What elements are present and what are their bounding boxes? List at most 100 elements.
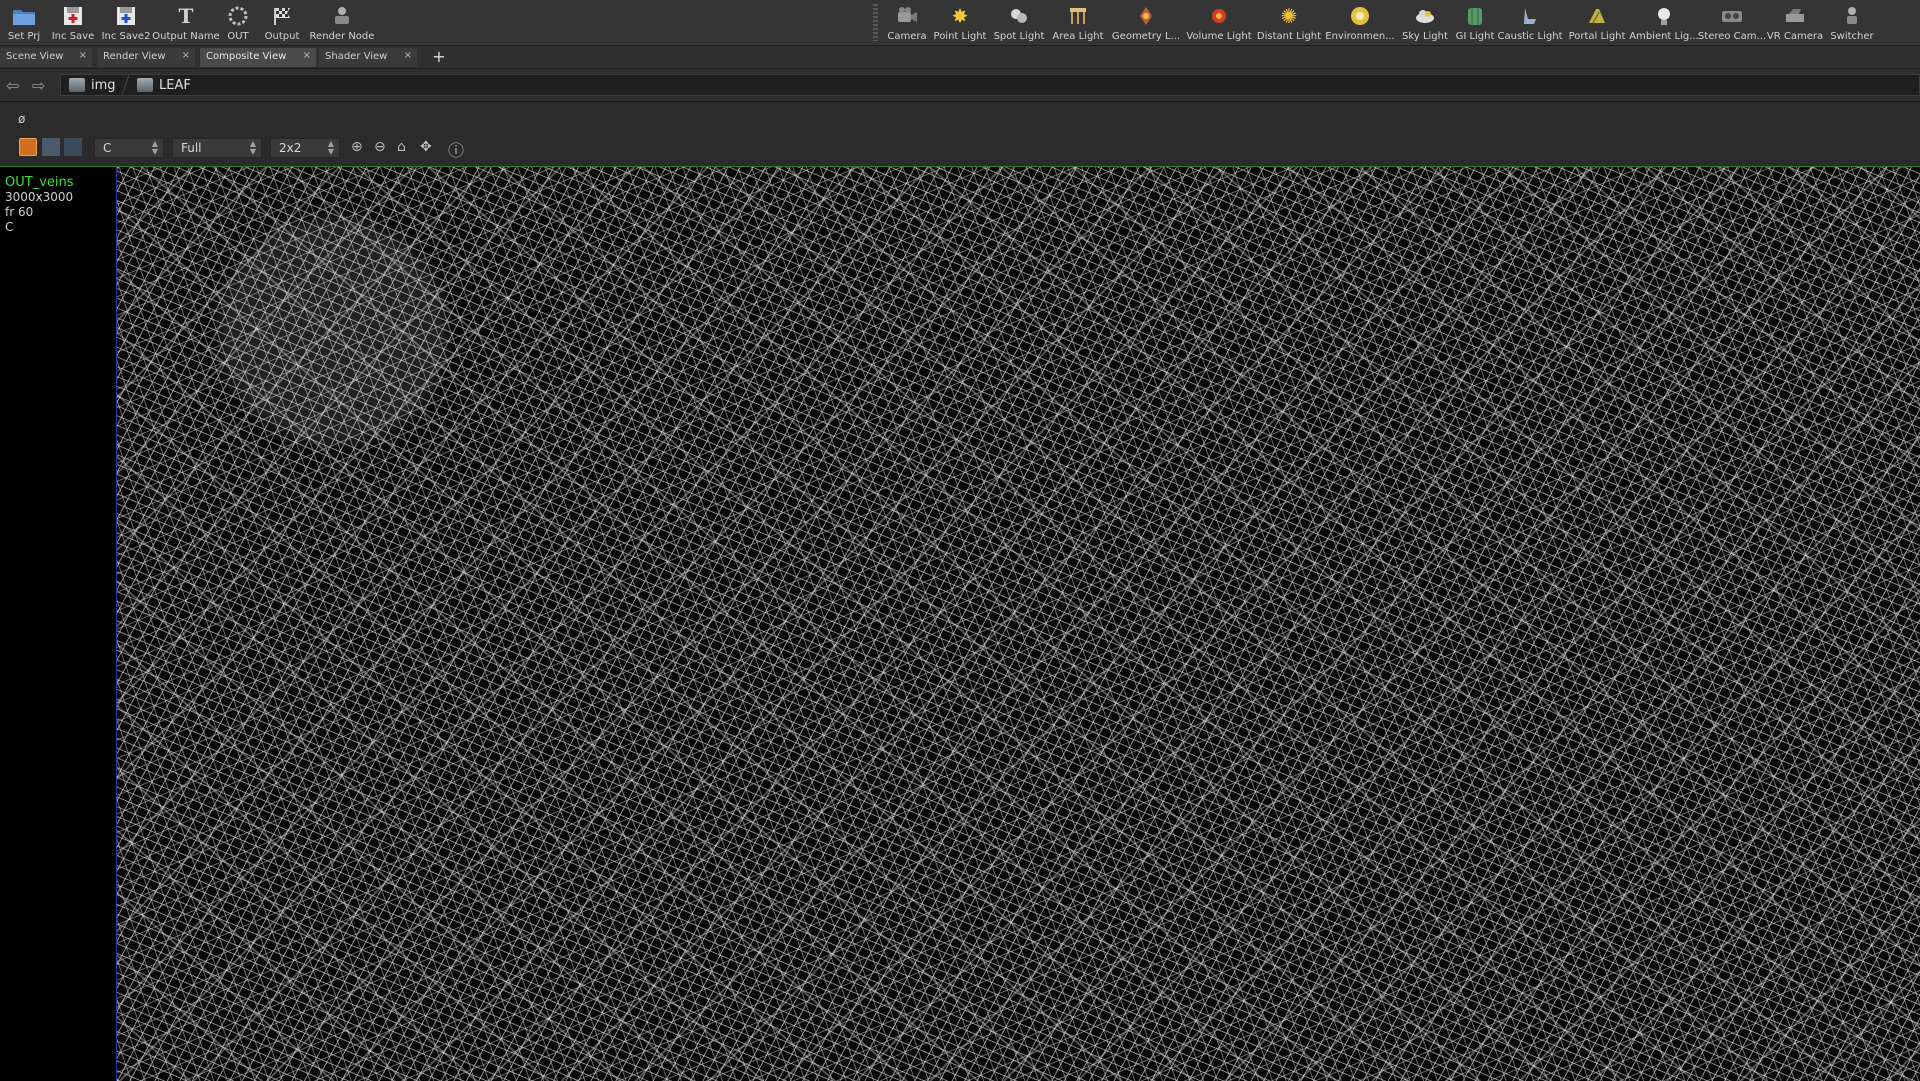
breadcrumb-label: LEAF <box>159 77 191 93</box>
ambient-light-icon <box>1651 3 1677 29</box>
breadcrumb-item-leaf[interactable]: LEAF <box>137 75 191 95</box>
tiling-select[interactable]: 2x2 ▲ ▼ <box>270 138 340 158</box>
plane-select[interactable]: C ▲ ▼ <box>94 138 164 158</box>
point-light-tool[interactable]: ✸ Point Light <box>930 0 990 45</box>
area-light-icon <box>1065 3 1091 29</box>
stereo-camera-tool[interactable]: Stereo Cam... <box>1698 0 1766 45</box>
tool-label: Camera <box>887 31 927 42</box>
tool-label: OUT <box>227 31 249 42</box>
tab-shader-view[interactable]: Shader View × <box>319 48 417 67</box>
tab-scene-view[interactable]: Scene View × <box>0 48 92 67</box>
tool-label: Set Prj <box>7 31 41 42</box>
tool-label: VR Camera <box>1766 31 1824 42</box>
display-mode-icon[interactable] <box>19 138 37 156</box>
geometry-light-icon <box>1133 3 1159 29</box>
area-light-tool[interactable]: Area Light <box>1048 0 1108 45</box>
shelf-grip[interactable] <box>873 4 878 41</box>
viewer-controls: C ▲ ▼ Full ▲ ▼ 2x2 ▲ ▼ ⊕ ⊖ ⌂ ✥ ⓘ <box>0 135 1920 161</box>
tool-label: Output <box>264 31 300 42</box>
info-icon[interactable]: ⓘ <box>448 137 464 161</box>
inc-save2-tool[interactable]: Inc Save2 <box>98 0 154 45</box>
plane-select-value: C <box>103 141 112 155</box>
back-arrow-icon[interactable]: ⇦ <box>6 76 19 95</box>
gi-light-tool[interactable]: GI Light <box>1454 0 1496 45</box>
tab-composite-view[interactable]: Composite View × <box>200 48 316 67</box>
resolution-select-value: Full <box>181 141 202 155</box>
close-icon[interactable]: × <box>182 50 190 61</box>
tool-label: Sky Light <box>1402 31 1448 42</box>
resolution-select[interactable]: Full ▲ ▼ <box>172 138 262 158</box>
environment-light-icon <box>1347 3 1373 29</box>
inc-save-tool[interactable]: Inc Save <box>48 0 98 45</box>
image-plane: C <box>5 220 14 234</box>
tab-render-view[interactable]: Render View × <box>97 48 195 67</box>
set-project-tool[interactable]: Set Prj <box>0 0 48 45</box>
tab-label: Shader View <box>325 51 388 62</box>
portal-light-icon <box>1584 3 1610 29</box>
tab-label: Scene View <box>6 51 64 62</box>
tiling-select-value: 2x2 <box>279 141 302 155</box>
shelf-left-group: Set Prj Inc Save Inc Save2 T Output Name… <box>0 0 378 45</box>
portal-light-tool[interactable]: Portal Light <box>1564 0 1630 45</box>
tool-label: Inc Save2 <box>101 31 151 42</box>
frame-all-icon[interactable]: ✥ <box>420 139 432 155</box>
distant-light-icon: ✺ <box>1280 4 1298 28</box>
frame-number: fr 60 <box>5 205 34 219</box>
camera-icon <box>894 3 920 29</box>
network-icon <box>69 78 85 92</box>
geometry-light-tool[interactable]: Geometry L... <box>1108 0 1184 45</box>
close-icon[interactable]: × <box>79 50 87 61</box>
save-plus-icon <box>60 3 86 29</box>
tool-label: Switcher <box>1830 31 1874 42</box>
image-size: 3000x3000 <box>5 190 74 204</box>
viewer-toolbar: ø C ▲ ▼ Full ▲ ▼ 2x2 ▲ ▼ ⊕ ⊖ ⌂ ✥ ⓘ <box>0 102 1920 166</box>
close-icon[interactable]: × <box>303 50 311 61</box>
add-tab-button[interactable]: + <box>429 46 449 68</box>
volume-light-icon <box>1206 3 1232 29</box>
home-icon[interactable]: ⌂ <box>397 139 406 155</box>
out-tool[interactable]: OUT <box>218 0 258 45</box>
lut-icon[interactable] <box>64 138 82 156</box>
render-node-tool[interactable]: Render Node <box>306 0 378 45</box>
output-name-tool[interactable]: T Output Name <box>152 0 219 45</box>
save-plus-icon <box>113 3 139 29</box>
vr-camera-tool[interactable]: VR Camera <box>1766 0 1824 45</box>
vr-camera-icon <box>1782 3 1808 29</box>
ambient-light-tool[interactable]: Ambient Lig... <box>1629 0 1699 45</box>
distant-light-tool[interactable]: ✺ Distant Light <box>1254 0 1324 45</box>
output-tool[interactable]: Output <box>258 0 306 45</box>
channel-layout-icon[interactable] <box>42 138 60 156</box>
sky-light-icon <box>1412 3 1438 29</box>
camera-tool[interactable]: Camera <box>884 0 930 45</box>
rendered-veins-image[interactable] <box>116 167 1920 1081</box>
sky-light-tool[interactable]: Sky Light <box>1396 0 1454 45</box>
tab-label: Composite View <box>206 51 287 62</box>
environment-light-tool[interactable]: Environmen... <box>1324 0 1396 45</box>
pane-tab-bar: Scene View × Render View × Composite Vie… <box>0 46 1920 69</box>
phi-toggle[interactable]: ø <box>18 112 25 126</box>
tool-label: Ambient Lig... <box>1629 31 1699 42</box>
zoom-out-icon[interactable]: ⊖ <box>374 139 386 155</box>
node-name: OUT_veins <box>5 175 74 190</box>
switcher-tool[interactable]: Switcher <box>1824 0 1880 45</box>
tool-label: Render Node <box>309 31 375 42</box>
composite-viewport[interactable]: OUT_veins 3000x3000 fr 60 C <box>0 166 1920 1081</box>
breadcrumb-item-img[interactable]: img <box>69 75 116 95</box>
tool-label: Stereo Cam... <box>1697 31 1767 42</box>
spot-light-icon <box>1006 3 1032 29</box>
tool-label: Caustic Light <box>1497 31 1563 42</box>
caustic-light-tool[interactable]: Caustic Light <box>1496 0 1564 45</box>
spinner-arrows-icon: ▲ ▼ <box>151 139 158 156</box>
spot-light-tool[interactable]: Spot Light <box>990 0 1048 45</box>
spinner-arrows-icon: ▲ ▼ <box>327 139 334 156</box>
close-icon[interactable]: × <box>404 50 412 61</box>
forward-arrow-icon[interactable]: ⇨ <box>32 76 45 95</box>
zoom-in-icon[interactable]: ⊕ <box>351 139 363 155</box>
volume-light-tool[interactable]: Volume Light <box>1184 0 1254 45</box>
switcher-icon <box>1839 3 1865 29</box>
network-icon <box>137 78 153 92</box>
tool-label: Environmen... <box>1325 31 1395 42</box>
gi-light-icon <box>1462 3 1488 29</box>
tool-label: Area Light <box>1052 31 1104 42</box>
stereo-camera-icon <box>1719 3 1745 29</box>
